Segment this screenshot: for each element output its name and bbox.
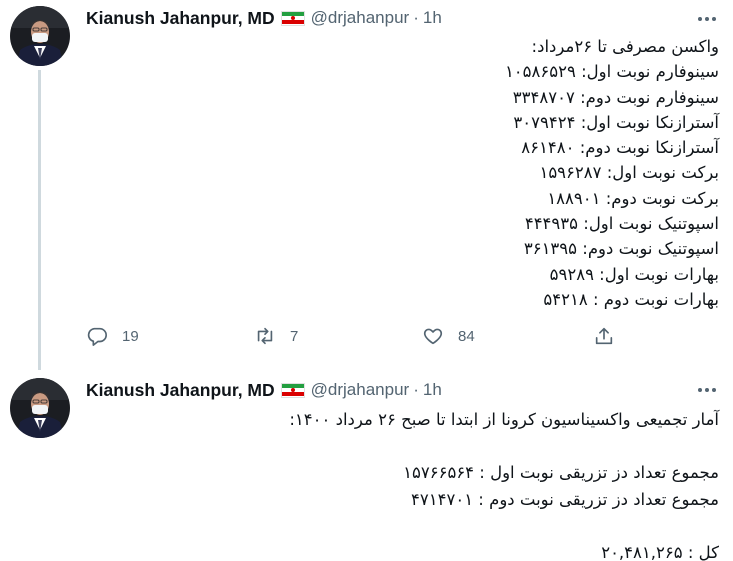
avatar-image (10, 6, 70, 66)
retweet-count: 7 (290, 327, 299, 345)
tweet-header: Kianush Jahanpur, MD @drjahanpur · 1h (86, 378, 442, 402)
more-options-icon[interactable] (694, 6, 720, 32)
thread-connector (38, 70, 41, 370)
tweet-header: Kianush Jahanpur, MD @drjahanpur · 1h (86, 6, 442, 30)
share-icon (595, 327, 613, 345)
tweet[interactable]: Kianush Jahanpur, MD @drjahanpur · 1h آم… (0, 366, 733, 561)
reply-button[interactable]: 19 (86, 322, 139, 350)
tweet-line: اسپوتنیک نوبت دوم: ۳۶۱۳۹۵ (523, 239, 719, 259)
display-name[interactable]: Kianush Jahanpur, MD (86, 8, 275, 29)
tweet-line: مجموع تعداد دز تزریقی نوبت اول : ۱۵۷۶۶۵۶… (403, 463, 719, 483)
separator-dot: · (413, 380, 419, 399)
tweet-line: آسترازنکا نوبت اول: ۳۰۷۹۴۲۴ (513, 112, 719, 132)
separator-dot: · (413, 8, 419, 27)
display-name[interactable]: Kianush Jahanpur, MD (86, 380, 275, 401)
heart-icon (423, 328, 443, 345)
iran-flag-icon (280, 382, 305, 398)
like-button[interactable]: 84 (422, 322, 475, 350)
handle[interactable]: @drjahanpur (311, 8, 410, 28)
reply-icon (87, 327, 107, 346)
retweet-icon (257, 327, 273, 345)
tweet-text: آمار تجمیعی واکسیناسیون کرونا از ابتدا ت… (99, 407, 719, 561)
tweet-line: سینوفارم نوبت اول: ۱۰۵۸۶۵۲۹ (504, 62, 719, 82)
iran-flag-icon (280, 10, 305, 26)
tweet-line: آسترازنکا نوبت دوم: ۸۶۱۴۸۰ (521, 138, 719, 158)
share-button[interactable] (593, 322, 615, 350)
tweet[interactable]: Kianush Jahanpur, MD @drjahanpur · 1h وا… (0, 0, 733, 370)
timestamp[interactable]: 1h (423, 380, 442, 400)
tweet-line: برکت نوبت اول: ۱۵۹۶۲۸۷ (539, 163, 719, 183)
timestamp[interactable]: 1h (423, 8, 442, 28)
tweet-line: کل : ۲۰,۴۸۱,۲۶۵ (601, 542, 719, 561)
tweet-line: آمار تجمیعی واکسیناسیون کرونا از ابتدا ت… (289, 410, 719, 429)
tweet-line: بهارات نوبت اول: ۵۹۲۸۹ (549, 264, 719, 284)
tweet-line: واکسن مصرفی تا ۲۶مرداد: (531, 37, 719, 56)
tweet-text: واکسن مصرفی تا ۲۶مرداد: سینوفارم نوبت او… (99, 34, 719, 312)
avatar-image (10, 378, 70, 438)
tweet-line: سینوفارم نوبت دوم: ۳۳۴۸۷۰۷ (512, 87, 719, 107)
reply-count: 19 (122, 327, 139, 345)
avatar[interactable] (10, 378, 70, 438)
handle[interactable]: @drjahanpur (311, 380, 410, 400)
tweet-line: برکت نوبت دوم: ۱۸۸۹۰۱ (547, 188, 719, 208)
more-options-icon[interactable] (694, 377, 720, 403)
like-count: 84 (458, 327, 475, 345)
retweet-button[interactable]: 7 (254, 322, 298, 350)
tweet-line: بهارات نوبت دوم : ۵۴۲۱۸ (543, 289, 719, 309)
avatar[interactable] (10, 6, 70, 66)
tweet-line: اسپوتنیک نوبت اول: ۴۴۴۹۳۵ (524, 214, 719, 234)
tweet-line: مجموع تعداد دز تزریقی نوبت دوم : ۴۷۱۴۷۰۱ (411, 489, 719, 509)
